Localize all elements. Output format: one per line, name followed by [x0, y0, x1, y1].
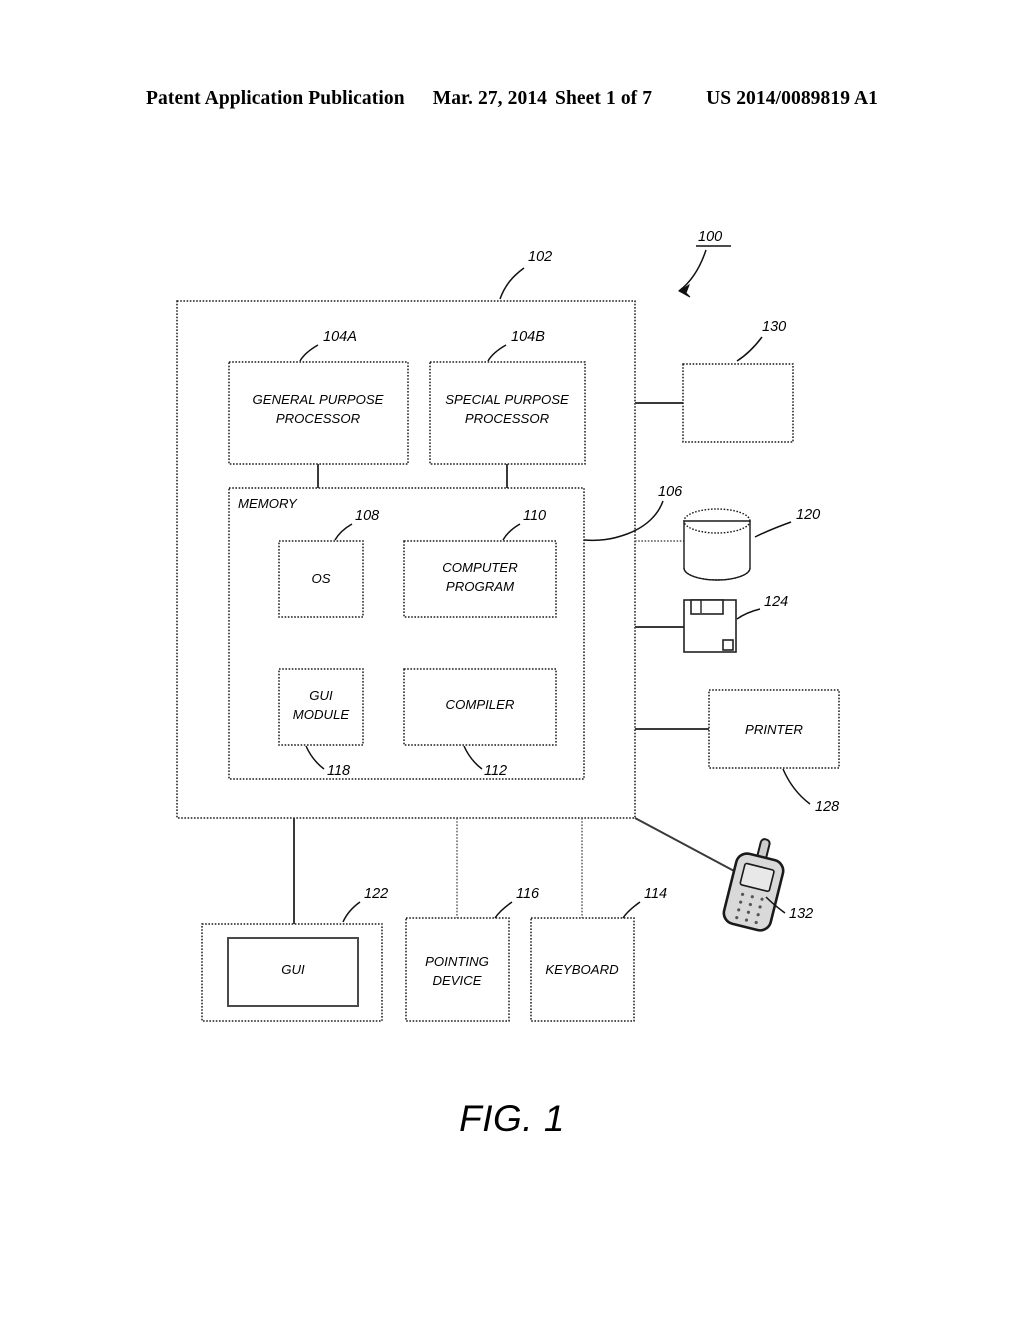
removable-media-block-124: 124: [683, 594, 788, 653]
ref-120-label: 120: [796, 507, 820, 523]
ref-110-label: 110: [523, 508, 546, 524]
special-processor-label-line1: SPECIAL PURPOSE: [445, 392, 569, 407]
ref-128-label: 128: [815, 799, 839, 815]
phone-body: [722, 852, 785, 932]
ref-104A-label: 104A: [323, 329, 357, 345]
pointing-device-rect: [405, 917, 510, 1022]
pointing-device-label-line2: DEVICE: [432, 973, 481, 988]
os-label: OS: [311, 571, 330, 586]
data-storage-block-120: 120: [683, 507, 820, 581]
ref-130-label: 130: [762, 319, 786, 335]
gui-label: GUI: [281, 962, 305, 977]
gui-module-label-line1: GUI: [309, 688, 333, 703]
ref-132-label: 132: [789, 906, 813, 922]
compiler-label: COMPILER: [446, 697, 515, 712]
ref-130-leader: [736, 336, 763, 362]
system-ref-100-group: 100: [677, 229, 731, 298]
ref-120-leader: [754, 521, 792, 538]
ref-122-label: 122: [364, 886, 388, 902]
ref-104B-label: 104B: [511, 329, 545, 345]
pointing-device-label-line1: POINTING: [425, 954, 489, 969]
ref-124-label: 124: [764, 594, 788, 610]
ref-114-leader: [622, 901, 641, 919]
ref-122-leader: [342, 901, 361, 923]
ref-118-label: 118: [327, 763, 350, 779]
ref-116-leader: [494, 901, 513, 919]
ref-100-label: 100: [698, 229, 722, 245]
ref-100-arrow-curve: [678, 249, 707, 292]
floppy-write-tab: [722, 639, 734, 651]
ref-108-label: 108: [355, 508, 379, 524]
floppy-shutter: [690, 599, 724, 615]
unlabeled-device-rect: [682, 363, 794, 443]
unlabeled-device-block-130: 130: [682, 319, 794, 443]
ref-124-leader: [736, 608, 761, 620]
floppy-disk-icon: [683, 599, 737, 653]
database-cylinder-icon: [683, 508, 751, 581]
gui-block-122: GUI 122: [201, 886, 388, 1022]
connector-bus-mobile: [634, 817, 737, 873]
ref-102-label: 102: [528, 249, 552, 265]
general-processor-label-line1: GENERAL PURPOSE: [253, 392, 384, 407]
pointing-device-block-116: POINTING DEVICE 116: [405, 886, 540, 1022]
ref-116-label: 116: [516, 886, 540, 902]
mobile-phone-icon: [722, 838, 785, 932]
figure-caption: FIG. 1: [459, 1098, 565, 1139]
general-processor-label-line2: PROCESSOR: [276, 411, 361, 426]
ref-114-label: 114: [644, 886, 667, 902]
mobile-device-block-132: 132: [634, 817, 813, 932]
ref-112-label: 112: [484, 763, 507, 779]
keyboard-block-114: KEYBOARD 114: [530, 886, 667, 1022]
printer-block-128: PRINTER 128: [708, 689, 840, 815]
ref-106-label: 106: [658, 484, 683, 500]
patent-page: Patent Application Publication Mar. 27, …: [0, 0, 1024, 1320]
gui-module-label-line2: MODULE: [293, 707, 350, 722]
printer-label: PRINTER: [745, 722, 803, 737]
special-processor-label-line2: PROCESSOR: [465, 411, 550, 426]
ref-102-leader: [499, 267, 525, 300]
memory-label: MEMORY: [238, 496, 298, 511]
keyboard-label: KEYBOARD: [545, 962, 619, 977]
computer-program-label-line2: PROGRAM: [446, 579, 514, 594]
computer-program-label-line1: COMPUTER: [442, 560, 518, 575]
ref-128-leader: [782, 768, 811, 805]
